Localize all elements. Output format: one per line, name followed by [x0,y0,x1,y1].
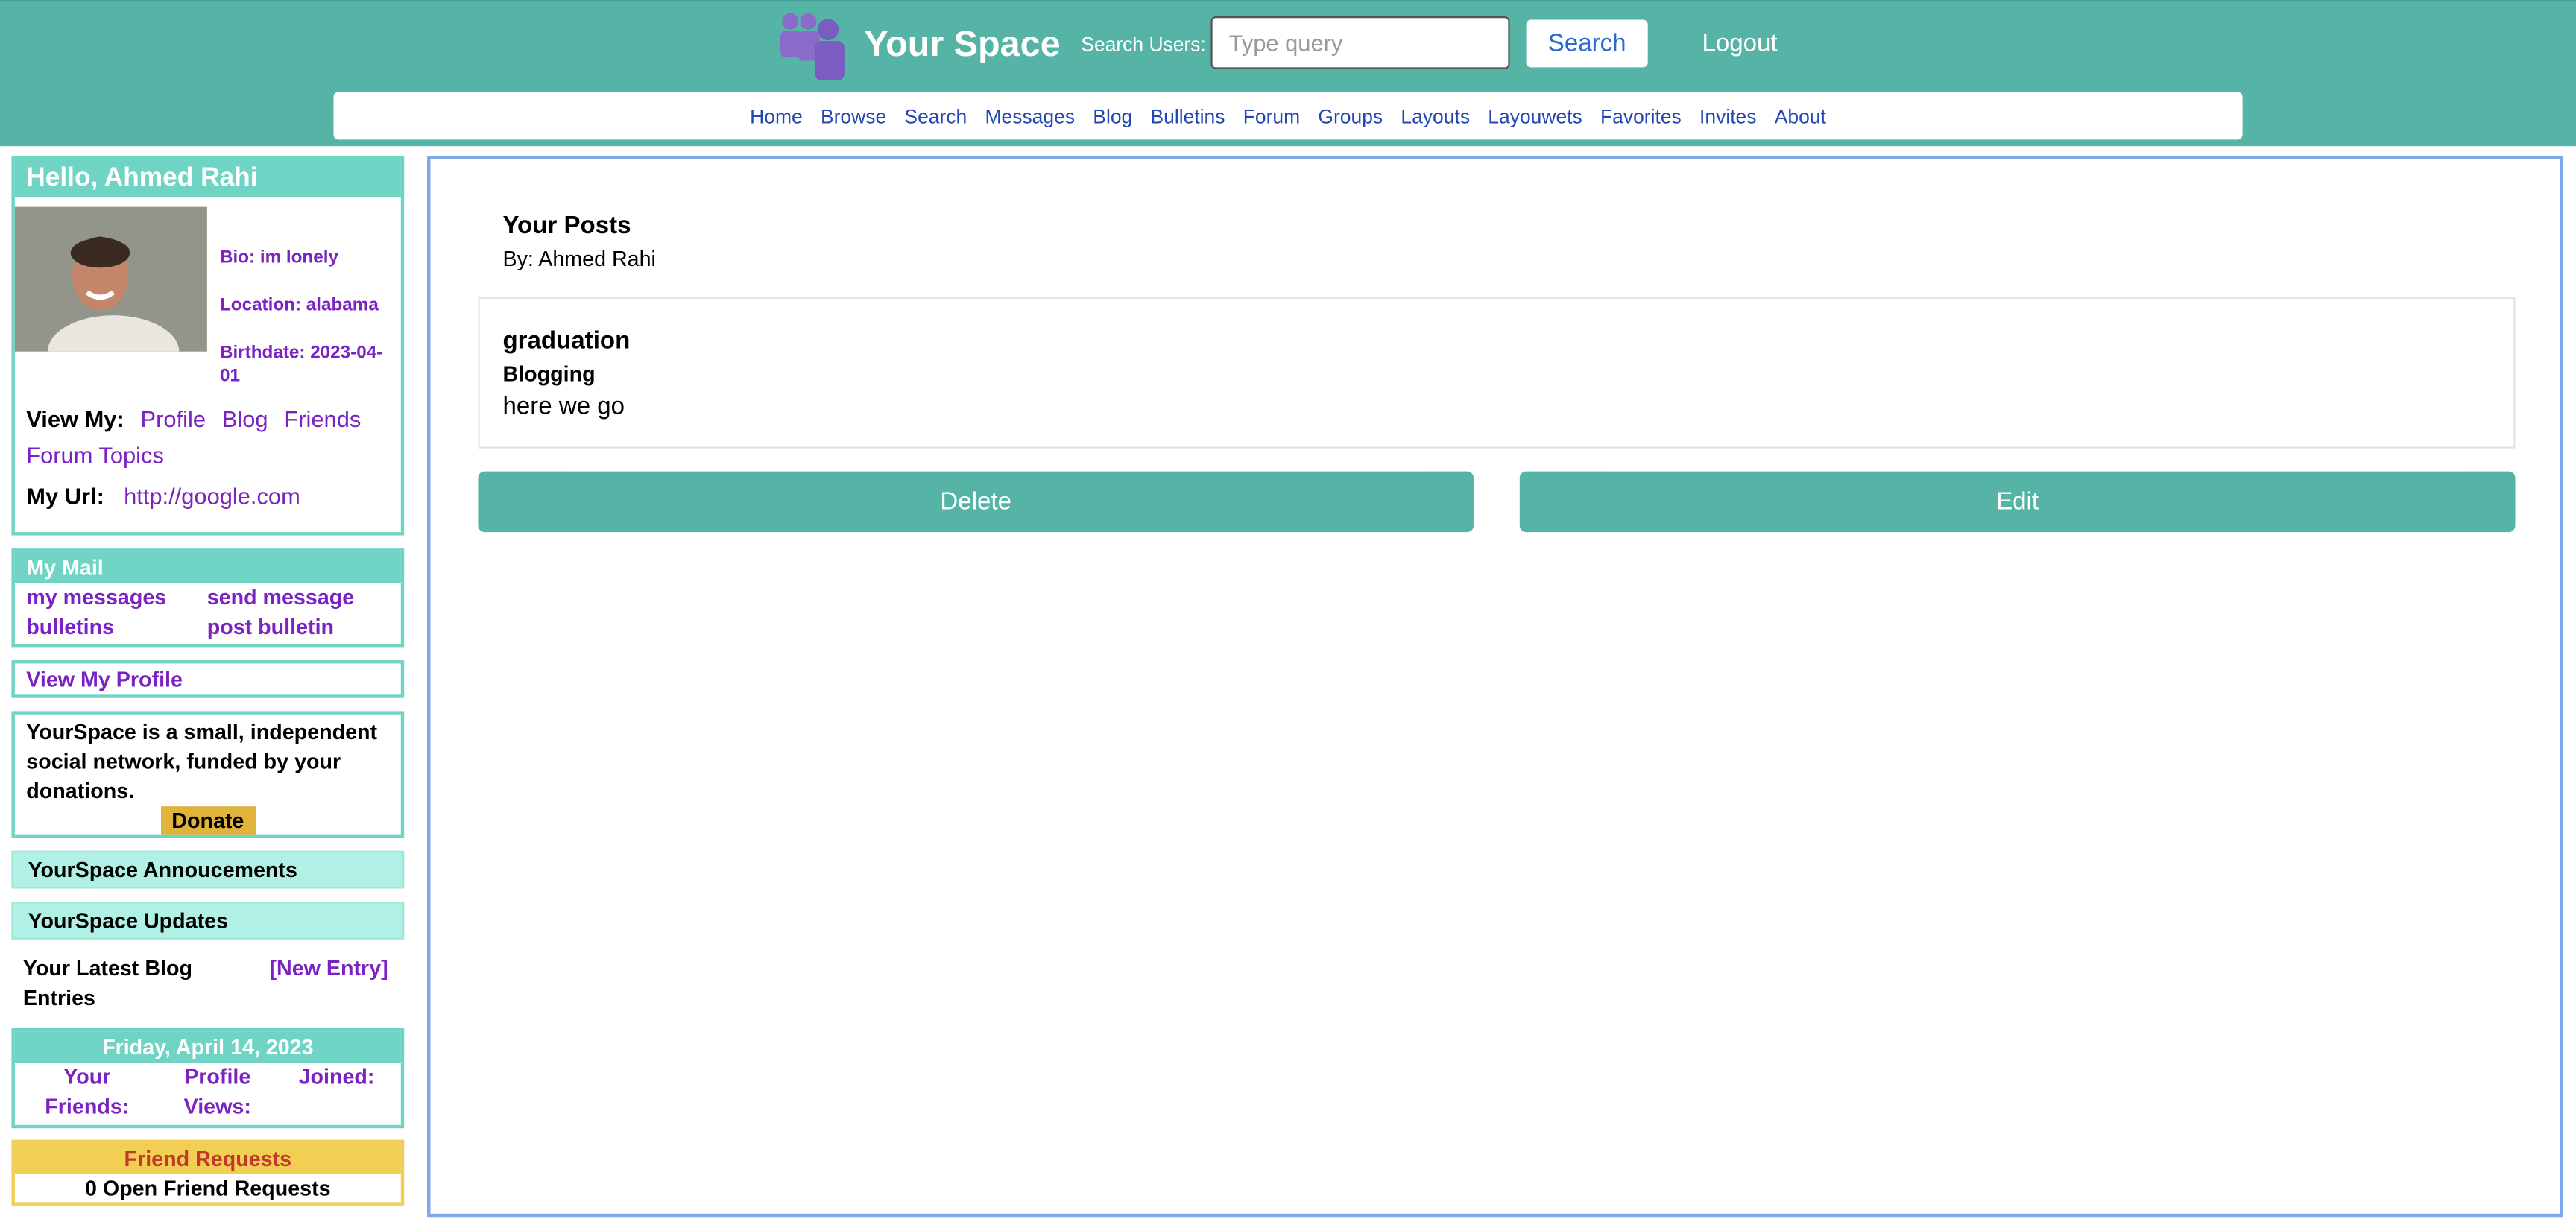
posts-author: By: Ahmed Rahi [502,246,656,271]
post-body: here we go [502,392,625,421]
nav-browse[interactable]: Browse [821,104,886,127]
blog-entries-label: Your Latest Blog Entries [22,955,192,1010]
nav-messages[interactable]: Messages [985,104,1075,127]
delete-button[interactable]: Delete [478,471,1474,533]
my-url-link[interactable]: http://google.com [124,483,300,509]
birthdate-text: Birthdate: 2023-04-01 [219,343,383,386]
search-label: Search Users: [1081,33,1206,56]
view-blog-link[interactable]: Blog [222,405,268,431]
my-messages-link[interactable]: my messages [26,583,206,612]
nav-invites[interactable]: Invites [1699,104,1756,127]
blog-entries: Your Latest Blog Entries [New Entry] [11,955,404,1013]
nav-layouts[interactable]: Layouts [1401,104,1470,127]
view-friends-link[interactable]: Friends [284,405,361,431]
nav-bulletins[interactable]: Bulletins [1151,104,1225,127]
views-stat: Profile Views: [183,1064,251,1118]
nav-home[interactable]: Home [750,104,803,127]
yourspace-logo-icon [780,13,845,80]
send-message-link[interactable]: send message [207,583,388,612]
friend-requests-title: Friend Requests [14,1143,401,1174]
my-url-label: My Url: [26,483,104,510]
logout-link[interactable]: Logout [1702,30,1777,57]
nav-forum[interactable]: Forum [1243,104,1300,127]
mail-box: My Mail my messages send message bulleti… [11,548,405,648]
nav-about[interactable]: About [1775,104,1826,127]
bulletins-link[interactable]: bulletins [26,612,206,642]
view-my: View My: Profile Blog Friends Forum Topi… [15,387,401,473]
friends-stat[interactable]: Your Friends: [38,1063,136,1121]
view-my-profile-link[interactable]: View My Profile [11,660,405,698]
view-profile-link[interactable]: Profile [141,405,206,431]
view-forum-topics-link[interactable]: Forum Topics [26,442,164,468]
updates-link[interactable]: YourSpace Updates [11,902,405,940]
sidebar: Hello, Ahmed Rahi Bio: im lonely Locatio… [11,156,405,1206]
post-card: graduation Blogging here we go [478,297,2516,449]
post-category: Blogging [502,361,596,386]
bio-text: Bio: im lonely [219,247,338,268]
avatar-photo [14,206,207,352]
date-header: Friday, April 14, 2023 [14,1031,401,1063]
search-input[interactable] [1210,16,1510,69]
brand-name: Your Space [864,22,1061,64]
nav-blog[interactable]: Blog [1093,104,1132,127]
brand[interactable]: Your Space [775,8,1061,80]
post-title: graduation [502,326,631,355]
stats-box: Friday, April 14, 2023 Your Friends: Pro… [11,1028,405,1129]
page-title: Your Posts [502,212,631,240]
nav-groups[interactable]: Groups [1318,104,1383,127]
header: Your Space Search Users: Search Logout H… [0,0,2576,147]
donate-button[interactable]: Donate [160,806,256,835]
donate-box: YourSpace is a small, independent social… [11,711,405,838]
mail-title: My Mail [14,551,401,583]
location-text: Location: alabama [219,295,379,316]
bio-block: Bio: im lonely Location: alabama Birthda… [206,207,400,387]
edit-button[interactable]: Edit [1519,471,2516,533]
announcements-link[interactable]: YourSpace Annoucements [11,850,405,889]
joined-stat: Joined: [298,1064,375,1089]
nav-favorites[interactable]: Favorites [1600,104,1682,127]
view-my-label: View My: [26,405,124,432]
new-entry-link[interactable]: [New Entry] [269,955,388,1013]
my-url: My Url: http://google.com [15,473,401,532]
greeting: Hello, Ahmed Rahi [14,159,401,197]
friend-requests-box: Friend Requests 0 Open Friend Requests [11,1139,405,1206]
nav-search[interactable]: Search [904,104,967,127]
friend-requests-count[interactable]: 0 Open Friend Requests [15,1174,401,1202]
profile-box: Hello, Ahmed Rahi Bio: im lonely Locatio… [11,156,405,536]
main-panel: Your Posts By: Ahmed Rahi graduation Blo… [427,156,2563,1218]
post-bulletin-link[interactable]: post bulletin [207,612,388,642]
donate-text: YourSpace is a small, independent social… [26,719,378,803]
avatar[interactable] [14,206,207,352]
search-button[interactable]: Search [1526,19,1648,68]
nav-bar: Home Browse Search Messages Blog Bulleti… [333,92,2243,140]
nav-layouwets[interactable]: Layouwets [1488,104,1582,127]
